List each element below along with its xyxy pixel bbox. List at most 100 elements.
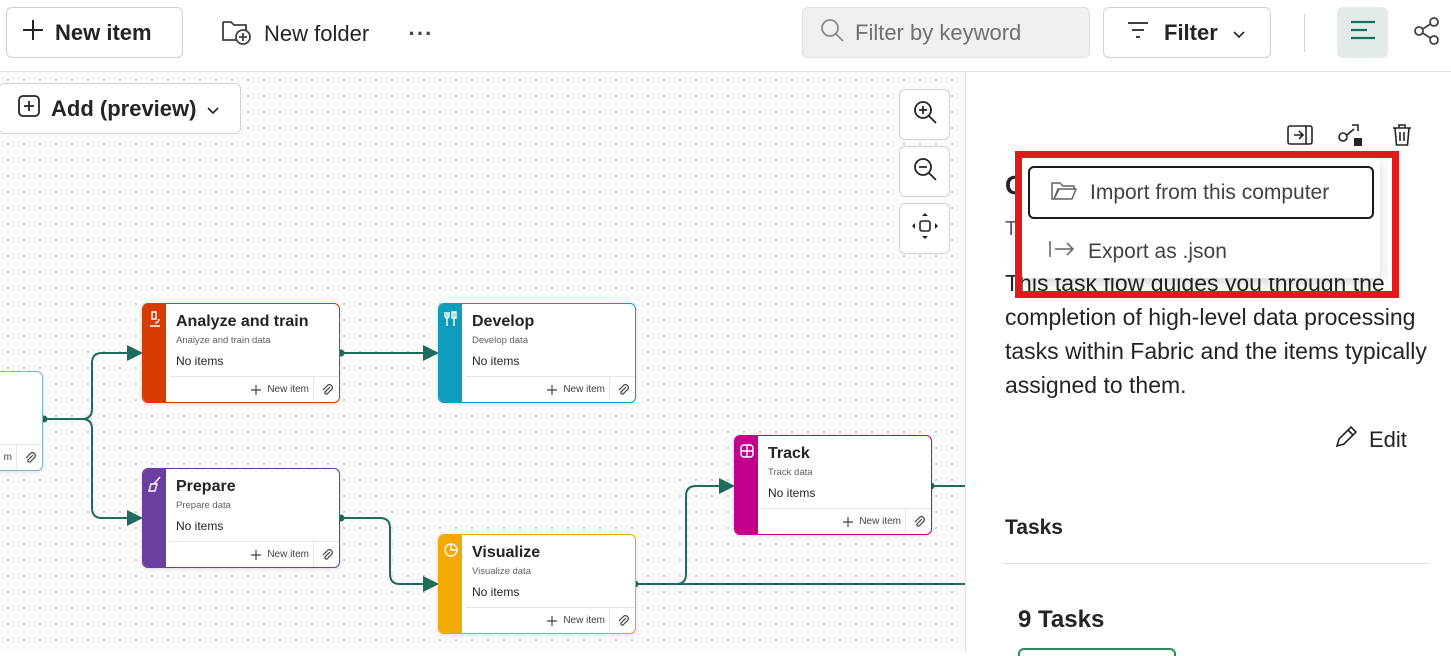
card-item-count: No items — [472, 354, 520, 368]
card-new-item-label: New item — [563, 615, 605, 626]
import-label: Import from this computer — [1090, 180, 1330, 204]
plus-icon — [251, 384, 262, 395]
trash-icon — [1393, 124, 1411, 146]
export-arrow-icon — [1048, 238, 1076, 266]
more-options-button[interactable]: ··· — [406, 14, 436, 54]
task-card-develop[interactable]: Develop Develop data No items New item — [438, 303, 636, 403]
card-footer: New item — [466, 607, 635, 633]
plus-icon — [251, 549, 262, 560]
task-flow-description: This task flow guides you through the co… — [1005, 270, 1427, 398]
card-new-item-button[interactable]: New item — [250, 542, 309, 567]
card-new-item-button[interactable]: New item — [250, 377, 309, 402]
pie-chart-icon — [443, 543, 458, 557]
task-card-analyze-and-train[interactable]: Analyze and train Analyze and train data… — [142, 303, 340, 403]
new-folder-label: New folder — [264, 21, 370, 46]
paperclip-icon — [618, 383, 629, 395]
plus-icon — [547, 384, 558, 395]
attach-button[interactable] — [313, 542, 339, 567]
delete-button[interactable] — [1385, 118, 1419, 152]
card-item-count: No items — [472, 585, 520, 599]
card-color-strip — [143, 304, 166, 402]
card-new-item-label: m — [3, 452, 12, 463]
search-box[interactable] — [802, 7, 1090, 58]
list-icon — [1349, 18, 1377, 47]
card-subtitle: Visualize data — [472, 566, 531, 577]
attach-button[interactable] — [313, 377, 339, 402]
plus-icon — [547, 615, 558, 626]
card-color-strip — [439, 535, 462, 633]
card-new-item-label: New item — [859, 516, 901, 527]
card-title: Develop — [472, 313, 535, 330]
task-card-prepare[interactable]: Prepare Prepare data No items New item — [142, 468, 340, 568]
attach-button[interactable] — [16, 445, 42, 470]
tools-icon — [443, 311, 457, 326]
card-footer: m — [0, 444, 42, 470]
export-json-menu-item[interactable]: Export as .json — [1028, 225, 1374, 278]
card-subtitle: Analyze and train data — [176, 335, 271, 346]
task-flow-canvas[interactable]: Add (preview) m Analyze and train Analyz… — [0, 72, 966, 652]
card-item-count: No items — [768, 486, 816, 500]
task-card-track[interactable]: Track Track data No items New item — [734, 435, 932, 535]
edit-label: Edit — [1369, 427, 1407, 452]
tasks-count: 9 Tasks — [1018, 606, 1105, 633]
tasks-divider — [1003, 563, 1428, 564]
task-flow-subtitle: T — [1005, 218, 1018, 240]
filter-icon — [1126, 20, 1150, 46]
collapse-panel-button[interactable] — [1283, 118, 1317, 152]
card-new-item-label: New item — [267, 549, 309, 560]
task-card-partial[interactable]: m — [0, 371, 43, 471]
card-new-item-label: New item — [267, 384, 309, 395]
card-item-count: No items — [176, 354, 224, 368]
import-export-menu: Import from this computer Export as .jso… — [1020, 158, 1380, 278]
new-item-label: New item — [55, 19, 152, 45]
card-title: Visualize — [472, 544, 541, 561]
plus-icon — [21, 18, 45, 48]
card-color-strip — [439, 304, 462, 402]
list-view-toggle[interactable] — [1337, 7, 1388, 58]
paperclip-icon — [322, 548, 333, 560]
attach-button[interactable] — [905, 509, 931, 534]
share-flow-icon — [1338, 124, 1362, 146]
paperclip-icon — [618, 614, 629, 626]
folder-open-icon — [1050, 178, 1078, 208]
panel-collapse-icon — [1287, 125, 1313, 145]
card-new-item-label: New item — [563, 384, 605, 395]
card-footer: New item — [762, 508, 931, 534]
search-icon — [819, 17, 845, 48]
import-from-computer-menu-item[interactable]: Import from this computer — [1028, 166, 1374, 219]
card-subtitle: Develop data — [472, 335, 528, 346]
card-footer: New item — [170, 541, 339, 567]
edit-button[interactable]: Edit — [1333, 424, 1407, 456]
card-footer: New item — [170, 376, 339, 402]
tasks-section-label: Tasks — [1005, 516, 1063, 539]
attach-button[interactable] — [609, 608, 635, 633]
lineage-view-toggle[interactable] — [1408, 14, 1446, 52]
card-color-strip — [143, 469, 166, 567]
filter-button[interactable]: Filter — [1103, 7, 1271, 58]
plus-icon — [843, 516, 854, 527]
paperclip-icon — [322, 383, 333, 395]
task-card-visualize[interactable]: Visualize Visualize data No items New it… — [438, 534, 636, 634]
broom-icon — [147, 476, 161, 492]
attach-button[interactable] — [609, 377, 635, 402]
new-folder-button[interactable]: New folder — [220, 12, 369, 56]
card-title: Prepare — [176, 478, 236, 495]
globe-grid-icon — [739, 444, 754, 458]
card-new-item-button[interactable]: New item — [546, 608, 605, 633]
card-subtitle: Track data — [768, 467, 813, 478]
paperclip-icon — [914, 515, 925, 527]
chevron-down-icon — [1232, 20, 1246, 46]
filter-label: Filter — [1164, 19, 1218, 45]
card-title: Analyze and train — [176, 313, 309, 330]
card-item-count: No items — [176, 519, 224, 533]
microscope-icon — [149, 311, 160, 327]
top-toolbar: New item New folder ··· Filter — [0, 0, 1451, 72]
toolbar-divider — [1304, 14, 1305, 52]
pencil-icon — [1333, 424, 1359, 456]
card-color-strip — [735, 436, 758, 534]
card-new-item-button[interactable]: New item — [842, 509, 901, 534]
import-export-button[interactable] — [1334, 118, 1368, 152]
card-new-item-button[interactable]: New item — [546, 377, 605, 402]
new-item-button[interactable]: New item — [6, 7, 183, 58]
search-input[interactable] — [855, 19, 1075, 46]
